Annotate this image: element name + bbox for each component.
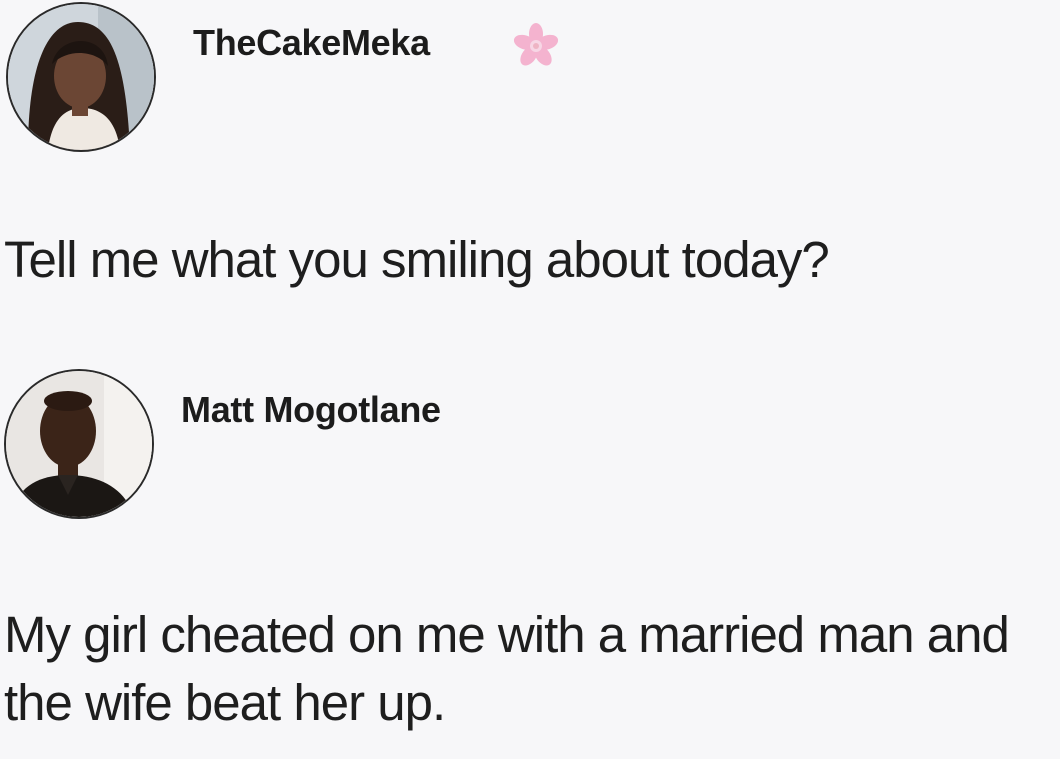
pink-flower-icon [513, 23, 559, 66]
post: Matt Mogotlane My girl cheated on me wit… [0, 345, 1060, 759]
post-text: My girl cheated on me with a married man… [4, 606, 1010, 731]
username[interactable]: Matt Mogotlane [181, 389, 441, 431]
avatar[interactable] [6, 2, 156, 152]
post-text: Tell me what you smiling about today? [4, 231, 830, 288]
post: TheCakeMeka Tell me what you smiling abo… [0, 0, 1060, 345]
username[interactable]: TheCakeMeka [193, 22, 430, 64]
avatar-woman-image [8, 4, 154, 150]
avatar[interactable] [4, 369, 154, 519]
avatar-man-image [6, 371, 152, 517]
